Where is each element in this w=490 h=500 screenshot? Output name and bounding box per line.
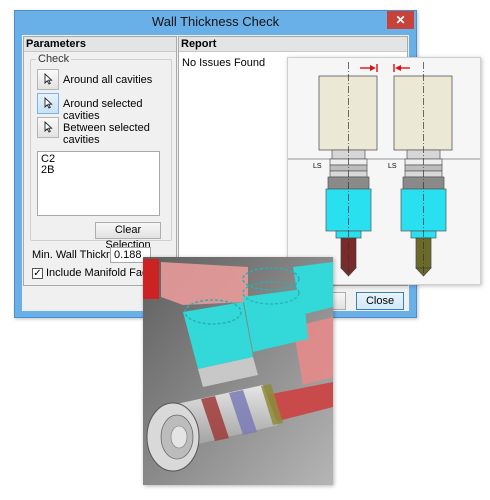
include-manifold-faces-checkbox[interactable]: ✓ [32, 268, 43, 279]
clear-selection-button[interactable]: Clear Selection [95, 222, 161, 251]
between-selected-cavities-label: Between selected cavities [63, 122, 150, 146]
around-selected-cavities-label: Around selected cavities [63, 98, 143, 122]
around-all-cavities-button[interactable] [37, 69, 59, 90]
title-bar[interactable]: Wall Thickness Check ✕ [15, 11, 416, 33]
right-nozzle [393, 62, 453, 277]
nozzle-diagram-svg: LS LS [288, 62, 480, 277]
parameters-header: Parameters [24, 37, 176, 52]
manifold-3d-render [143, 257, 333, 485]
between-selected-cavities-button[interactable] [37, 117, 59, 138]
manifold-render-svg [143, 257, 333, 485]
close-button[interactable]: Close [356, 292, 404, 310]
report-status-text: No Issues Found [182, 57, 266, 69]
left-cap [318, 75, 378, 151]
around-selected-cavities-button[interactable] [37, 93, 59, 114]
cursor-icon [44, 120, 53, 133]
right-cap [393, 75, 453, 151]
dialog-title: Wall Thickness Check [151, 14, 280, 29]
ls-label-right: LS [388, 163, 397, 170]
cursor-icon [44, 96, 53, 109]
wall-thickness-diagram: LS LS [287, 57, 481, 285]
list-item[interactable]: 2B [41, 165, 156, 176]
left-nozzle [318, 62, 378, 277]
selection-listbox[interactable]: C2 2B [37, 151, 160, 216]
parameters-panel: Parameters Check Around all cavities Aro… [23, 36, 177, 286]
around-all-cavities-label: Around all cavities [63, 74, 153, 86]
report-header: Report [179, 37, 407, 52]
close-icon: ✕ [395, 13, 406, 27]
check-group-label: Check [36, 53, 72, 65]
list-item[interactable]: C2 [41, 154, 156, 165]
ls-label-left: LS [313, 163, 322, 170]
cursor-icon [44, 72, 53, 85]
close-window-button[interactable]: ✕ [387, 11, 414, 29]
thickness-arrows [360, 64, 410, 72]
